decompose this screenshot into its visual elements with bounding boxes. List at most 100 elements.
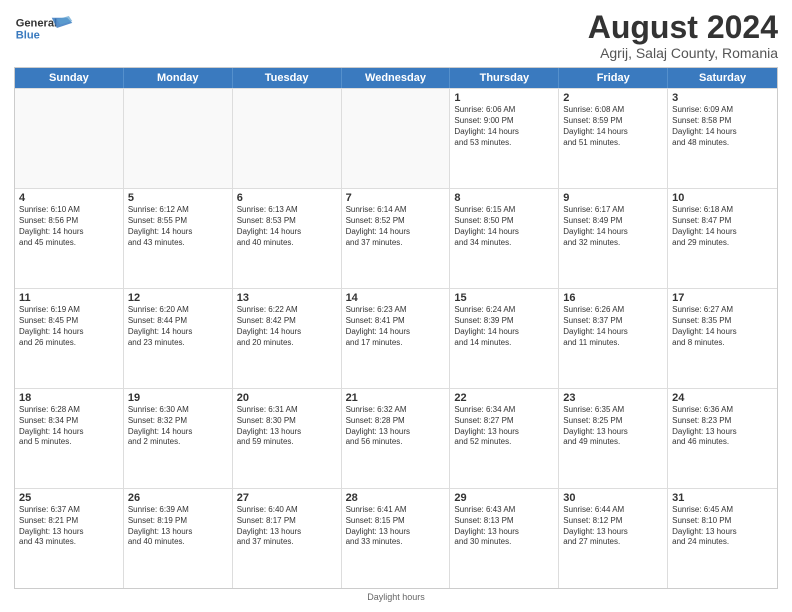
day-info: Sunrise: 6:08 AM Sunset: 8:59 PM Dayligh…: [563, 105, 663, 148]
day-number: 12: [128, 292, 228, 304]
calendar-cell: 10Sunrise: 6:18 AM Sunset: 8:47 PM Dayli…: [668, 189, 777, 288]
day-info: Sunrise: 6:10 AM Sunset: 8:56 PM Dayligh…: [19, 205, 119, 248]
day-number: 6: [237, 192, 337, 204]
day-info: Sunrise: 6:34 AM Sunset: 8:27 PM Dayligh…: [454, 405, 554, 448]
calendar-cell: 15Sunrise: 6:24 AM Sunset: 8:39 PM Dayli…: [450, 289, 559, 388]
calendar-cell: 18Sunrise: 6:28 AM Sunset: 8:34 PM Dayli…: [15, 389, 124, 488]
calendar-cell: 21Sunrise: 6:32 AM Sunset: 8:28 PM Dayli…: [342, 389, 451, 488]
calendar-row: 1Sunrise: 6:06 AM Sunset: 9:00 PM Daylig…: [15, 88, 777, 188]
day-info: Sunrise: 6:14 AM Sunset: 8:52 PM Dayligh…: [346, 205, 446, 248]
sub-title: Agrij, Salaj County, Romania: [588, 45, 778, 61]
main-title: August 2024: [588, 10, 778, 45]
logo-svg: General Blue: [14, 10, 74, 46]
day-number: 13: [237, 292, 337, 304]
day-number: 10: [672, 192, 773, 204]
day-info: Sunrise: 6:39 AM Sunset: 8:19 PM Dayligh…: [128, 505, 228, 548]
day-info: Sunrise: 6:20 AM Sunset: 8:44 PM Dayligh…: [128, 305, 228, 348]
calendar-cell: 28Sunrise: 6:41 AM Sunset: 8:15 PM Dayli…: [342, 489, 451, 588]
day-number: 23: [563, 392, 663, 404]
day-number: 17: [672, 292, 773, 304]
calendar-header: SundayMondayTuesdayWednesdayThursdayFrid…: [15, 68, 777, 88]
day-number: 16: [563, 292, 663, 304]
calendar-cell: 7Sunrise: 6:14 AM Sunset: 8:52 PM Daylig…: [342, 189, 451, 288]
day-info: Sunrise: 6:36 AM Sunset: 8:23 PM Dayligh…: [672, 405, 773, 448]
day-number: 11: [19, 292, 119, 304]
calendar-cell: 4Sunrise: 6:10 AM Sunset: 8:56 PM Daylig…: [15, 189, 124, 288]
calendar-cell: 30Sunrise: 6:44 AM Sunset: 8:12 PM Dayli…: [559, 489, 668, 588]
day-of-week-header: Friday: [559, 68, 668, 88]
page: General Blue August 2024 Agrij, Salaj Co…: [0, 0, 792, 612]
svg-text:General: General: [16, 17, 57, 29]
day-info: Sunrise: 6:40 AM Sunset: 8:17 PM Dayligh…: [237, 505, 337, 548]
day-info: Sunrise: 6:06 AM Sunset: 9:00 PM Dayligh…: [454, 105, 554, 148]
day-number: 1: [454, 92, 554, 104]
day-info: Sunrise: 6:30 AM Sunset: 8:32 PM Dayligh…: [128, 405, 228, 448]
day-number: 18: [19, 392, 119, 404]
header: General Blue August 2024 Agrij, Salaj Co…: [14, 10, 778, 61]
day-info: Sunrise: 6:13 AM Sunset: 8:53 PM Dayligh…: [237, 205, 337, 248]
calendar-cell: 22Sunrise: 6:34 AM Sunset: 8:27 PM Dayli…: [450, 389, 559, 488]
day-number: 21: [346, 392, 446, 404]
day-number: 26: [128, 492, 228, 504]
calendar-cell: 2Sunrise: 6:08 AM Sunset: 8:59 PM Daylig…: [559, 89, 668, 188]
calendar-cell: 24Sunrise: 6:36 AM Sunset: 8:23 PM Dayli…: [668, 389, 777, 488]
day-info: Sunrise: 6:18 AM Sunset: 8:47 PM Dayligh…: [672, 205, 773, 248]
calendar-row: 4Sunrise: 6:10 AM Sunset: 8:56 PM Daylig…: [15, 188, 777, 288]
day-of-week-header: Monday: [124, 68, 233, 88]
day-info: Sunrise: 6:15 AM Sunset: 8:50 PM Dayligh…: [454, 205, 554, 248]
day-number: 5: [128, 192, 228, 204]
calendar-cell: 16Sunrise: 6:26 AM Sunset: 8:37 PM Dayli…: [559, 289, 668, 388]
calendar-cell: 23Sunrise: 6:35 AM Sunset: 8:25 PM Dayli…: [559, 389, 668, 488]
calendar-cell: 11Sunrise: 6:19 AM Sunset: 8:45 PM Dayli…: [15, 289, 124, 388]
calendar-cell: 29Sunrise: 6:43 AM Sunset: 8:13 PM Dayli…: [450, 489, 559, 588]
day-number: 4: [19, 192, 119, 204]
calendar-cell: 1Sunrise: 6:06 AM Sunset: 9:00 PM Daylig…: [450, 89, 559, 188]
day-info: Sunrise: 6:44 AM Sunset: 8:12 PM Dayligh…: [563, 505, 663, 548]
calendar: SundayMondayTuesdayWednesdayThursdayFrid…: [14, 67, 778, 589]
day-number: 24: [672, 392, 773, 404]
day-number: 19: [128, 392, 228, 404]
calendar-cell: 12Sunrise: 6:20 AM Sunset: 8:44 PM Dayli…: [124, 289, 233, 388]
footer-note: Daylight hours: [14, 589, 778, 604]
day-info: Sunrise: 6:24 AM Sunset: 8:39 PM Dayligh…: [454, 305, 554, 348]
day-number: 30: [563, 492, 663, 504]
day-number: 27: [237, 492, 337, 504]
calendar-row: 18Sunrise: 6:28 AM Sunset: 8:34 PM Dayli…: [15, 388, 777, 488]
day-info: Sunrise: 6:12 AM Sunset: 8:55 PM Dayligh…: [128, 205, 228, 248]
day-number: 7: [346, 192, 446, 204]
calendar-cell: [124, 89, 233, 188]
day-number: 31: [672, 492, 773, 504]
calendar-cell: 5Sunrise: 6:12 AM Sunset: 8:55 PM Daylig…: [124, 189, 233, 288]
calendar-cell: 13Sunrise: 6:22 AM Sunset: 8:42 PM Dayli…: [233, 289, 342, 388]
calendar-cell: [15, 89, 124, 188]
day-number: 2: [563, 92, 663, 104]
calendar-cell: [342, 89, 451, 188]
calendar-cell: 31Sunrise: 6:45 AM Sunset: 8:10 PM Dayli…: [668, 489, 777, 588]
calendar-cell: 26Sunrise: 6:39 AM Sunset: 8:19 PM Dayli…: [124, 489, 233, 588]
day-info: Sunrise: 6:17 AM Sunset: 8:49 PM Dayligh…: [563, 205, 663, 248]
day-info: Sunrise: 6:27 AM Sunset: 8:35 PM Dayligh…: [672, 305, 773, 348]
calendar-cell: 3Sunrise: 6:09 AM Sunset: 8:58 PM Daylig…: [668, 89, 777, 188]
calendar-cell: 17Sunrise: 6:27 AM Sunset: 8:35 PM Dayli…: [668, 289, 777, 388]
day-info: Sunrise: 6:35 AM Sunset: 8:25 PM Dayligh…: [563, 405, 663, 448]
calendar-row: 25Sunrise: 6:37 AM Sunset: 8:21 PM Dayli…: [15, 488, 777, 588]
calendar-cell: [233, 89, 342, 188]
day-number: 20: [237, 392, 337, 404]
calendar-cell: 25Sunrise: 6:37 AM Sunset: 8:21 PM Dayli…: [15, 489, 124, 588]
day-info: Sunrise: 6:22 AM Sunset: 8:42 PM Dayligh…: [237, 305, 337, 348]
day-info: Sunrise: 6:32 AM Sunset: 8:28 PM Dayligh…: [346, 405, 446, 448]
calendar-cell: 20Sunrise: 6:31 AM Sunset: 8:30 PM Dayli…: [233, 389, 342, 488]
day-number: 28: [346, 492, 446, 504]
calendar-cell: 19Sunrise: 6:30 AM Sunset: 8:32 PM Dayli…: [124, 389, 233, 488]
title-block: August 2024 Agrij, Salaj County, Romania: [588, 10, 778, 61]
day-number: 8: [454, 192, 554, 204]
day-number: 29: [454, 492, 554, 504]
day-number: 9: [563, 192, 663, 204]
calendar-cell: 9Sunrise: 6:17 AM Sunset: 8:49 PM Daylig…: [559, 189, 668, 288]
svg-text:Blue: Blue: [16, 29, 40, 41]
calendar-cell: 14Sunrise: 6:23 AM Sunset: 8:41 PM Dayli…: [342, 289, 451, 388]
calendar-cell: 6Sunrise: 6:13 AM Sunset: 8:53 PM Daylig…: [233, 189, 342, 288]
day-number: 25: [19, 492, 119, 504]
day-info: Sunrise: 6:19 AM Sunset: 8:45 PM Dayligh…: [19, 305, 119, 348]
day-info: Sunrise: 6:09 AM Sunset: 8:58 PM Dayligh…: [672, 105, 773, 148]
